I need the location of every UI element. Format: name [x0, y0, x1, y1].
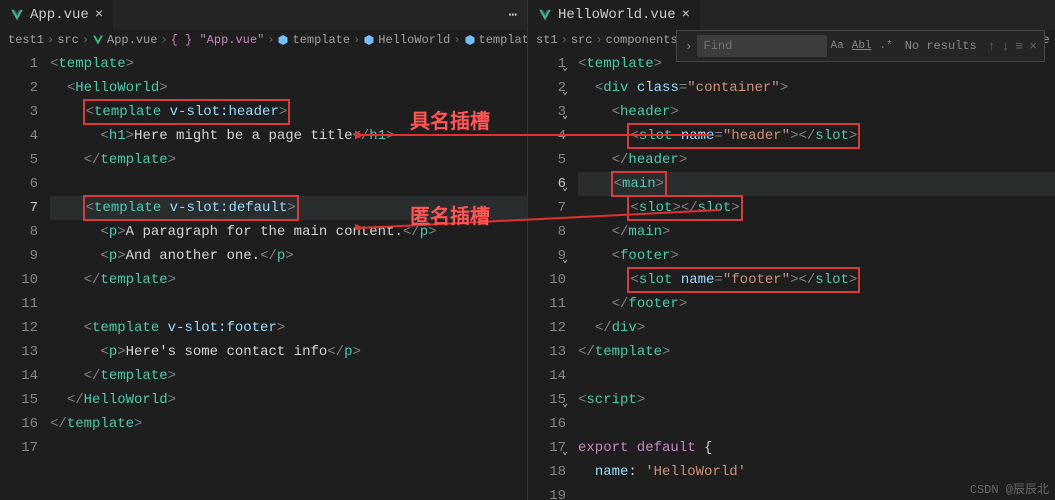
tab-bar: HelloWorld.vue ×	[528, 0, 1055, 30]
cube-icon	[464, 34, 476, 46]
editor-area[interactable]: 1⌄ 2⌄ 3⌄ 4 5 6⌄ 7 8 9⌄ 10 11 12 13 14 15…	[528, 50, 1055, 500]
tab-helloworld-vue[interactable]: HelloWorld.vue ×	[528, 0, 700, 30]
tab-label: HelloWorld.vue	[558, 7, 676, 23]
named-slot-header: <slot name="header"></slot>	[628, 124, 859, 148]
code-area[interactable]: <template> <div class="container"> <head…	[578, 50, 1055, 500]
tab-label: App.vue	[30, 7, 89, 23]
more-icon[interactable]: ⋯	[499, 7, 527, 24]
left-editor-pane: App.vue × ⋯ test1› src› App.vue› { } "Ap…	[0, 0, 528, 500]
cube-icon	[363, 34, 375, 46]
line-gutter: 1⌄ 2⌄ 3⌄ 4 5 6⌄ 7 8 9⌄ 10 11 12 13 14 15…	[528, 50, 578, 500]
breadcrumb[interactable]: test1› src› App.vue› { } "App.vue"› temp…	[0, 30, 527, 50]
default-slot: <slot></slot>	[628, 196, 741, 220]
line-gutter: 1 2 3 4 5 6 7 8 9 10 11 12 13 14 15 16 1…	[0, 50, 50, 500]
named-slot-template: <template v-slot:header>	[84, 100, 290, 124]
tab-bar: App.vue × ⋯	[0, 0, 527, 30]
vue-icon	[92, 34, 104, 46]
default-slot-template: <template v-slot:default>	[84, 196, 298, 220]
named-slot-footer: <slot name="footer"></slot>	[628, 268, 859, 292]
annotation-named-slot: 具名插槽	[410, 105, 490, 135]
cube-icon	[277, 34, 289, 46]
annotation-anon-slot: 匿名插槽	[410, 200, 490, 230]
main-element: <main>	[612, 172, 666, 196]
close-icon[interactable]: ×	[95, 7, 103, 23]
watermark: CSDN @辰辰北	[970, 480, 1049, 497]
close-icon[interactable]: ×	[682, 7, 690, 23]
right-editor-pane: HelloWorld.vue × st1› src› components› H…	[528, 0, 1055, 500]
vue-icon	[538, 8, 552, 22]
vue-icon	[10, 8, 24, 22]
tab-app-vue[interactable]: App.vue ×	[0, 0, 113, 30]
